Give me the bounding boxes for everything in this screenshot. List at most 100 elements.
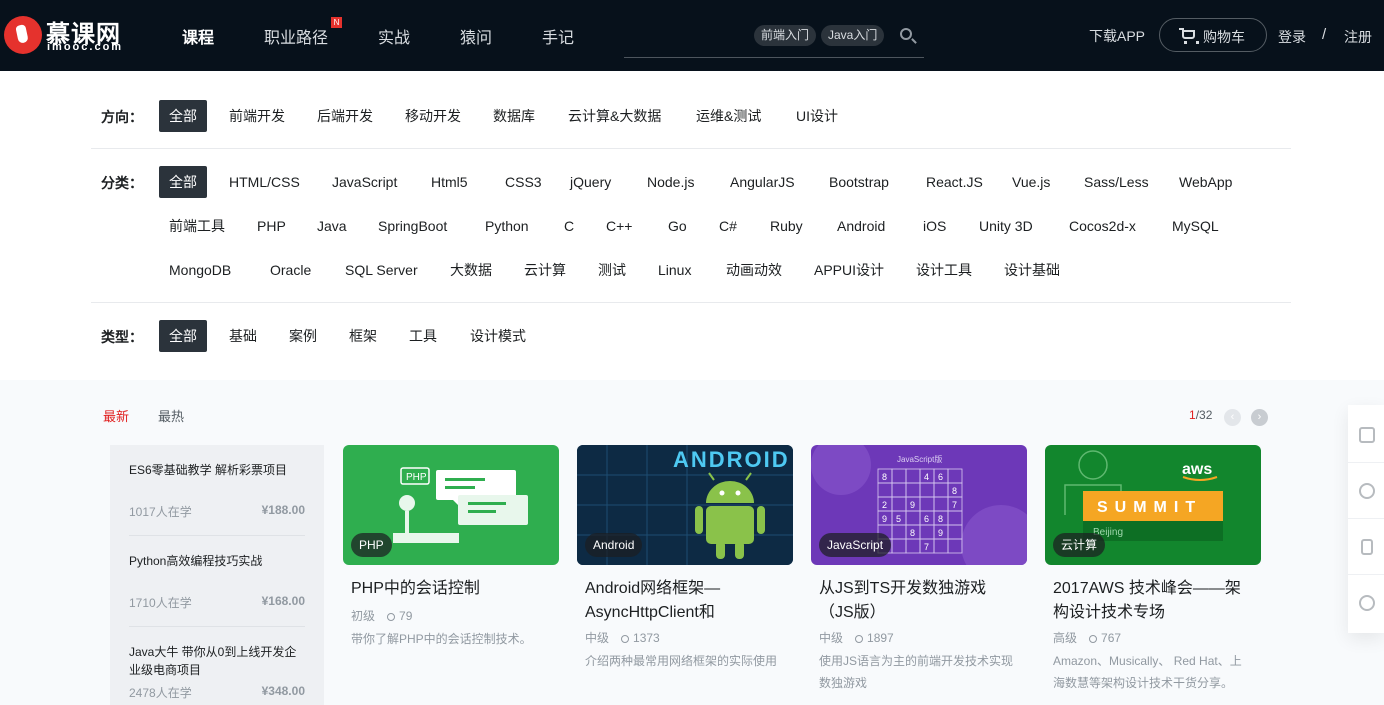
category-chip[interactable]: APPUI设计 [804, 254, 894, 286]
customer-service-icon[interactable] [1359, 595, 1375, 611]
sort-hottest-tab[interactable]: 最热 [158, 406, 184, 425]
sort-newest-tab[interactable]: 最新 [103, 406, 129, 425]
category-chip[interactable]: WebApp [1169, 166, 1242, 198]
search-input[interactable]: 前端入门 Java入门 [624, 17, 924, 58]
sudoku-digit: 8 [882, 472, 887, 482]
category-chip[interactable]: PHP [247, 210, 296, 242]
category-chip[interactable]: Html5 [421, 166, 478, 198]
category-label: 分类： [101, 175, 143, 191]
category-chip[interactable]: 设计工具 [906, 254, 982, 286]
category-chip[interactable]: Vue.js [1002, 166, 1060, 198]
category-chip[interactable]: Sass/Less [1074, 166, 1159, 198]
category-chip[interactable]: iOS [913, 210, 956, 242]
direction-chip[interactable]: 云计算&大数据 [558, 100, 671, 132]
category-chip[interactable]: 云计算 [514, 254, 576, 286]
search-tag-java[interactable]: Java入门 [821, 25, 885, 46]
type-chip[interactable]: 基础 [219, 320, 267, 352]
sudoku-cell [919, 524, 935, 540]
feedback-icon[interactable] [1359, 427, 1375, 443]
category-chip[interactable]: 测试 [588, 254, 636, 286]
direction-chip[interactable]: 前端开发 [219, 100, 295, 132]
help-icon[interactable] [1359, 483, 1375, 499]
category-chip[interactable]: 设计基础 [994, 254, 1070, 286]
recommend-item[interactable]: ES6零基础教学 解析彩票项目 1017人在学 ¥188.00 [129, 461, 305, 521]
category-chip[interactable]: SpringBoot [368, 210, 457, 242]
recommend-item[interactable]: Java大牛 带你从0到上线开发企业级电商项目 2478人在学 ¥348.00 [129, 643, 305, 703]
direction-chip[interactable]: 数据库 [483, 100, 545, 132]
register-link[interactable]: 注册 [1344, 27, 1372, 47]
nav-questions[interactable]: 猿问 [460, 24, 492, 48]
recommend-item[interactable]: Python高效编程技巧实战 1710人在学 ¥168.00 [129, 552, 305, 612]
category-chip[interactable]: MongoDB [159, 254, 241, 286]
type-chip[interactable]: 设计模式 [460, 320, 536, 352]
direction-chip[interactable]: 后端开发 [307, 100, 383, 132]
type-chip[interactable]: 案例 [279, 320, 327, 352]
nav-practice[interactable]: 实战 [378, 24, 410, 48]
sudoku-cell [891, 468, 907, 484]
category-chip[interactable]: HTML/CSS [219, 166, 310, 198]
category-chip[interactable]: 前端工具 [159, 210, 235, 242]
category-chip[interactable]: AngularJS [720, 166, 805, 198]
recommend-price: ¥348.00 [261, 684, 305, 698]
category-chip[interactable]: jQuery [560, 166, 621, 198]
cart-icon [1179, 28, 1199, 44]
direction-chip[interactable]: UI设计 [786, 100, 848, 132]
category-chip[interactable]: MySQL [1162, 210, 1229, 242]
category-chip[interactable]: Unity 3D [969, 210, 1043, 242]
cart-button[interactable]: 购物车 [1159, 18, 1267, 52]
android-thumb-label: ANDROID [673, 447, 790, 472]
course-meta: 高级 767 [1053, 629, 1121, 646]
next-page-icon[interactable]: › [1251, 409, 1268, 426]
category-chip[interactable]: JavaScript [322, 166, 407, 198]
mobile-app-icon[interactable] [1361, 539, 1373, 555]
category-chip[interactable]: Android [827, 210, 895, 242]
category-chip[interactable]: C [554, 210, 584, 242]
nav-notes[interactable]: 手记 [542, 24, 574, 48]
category-chip[interactable]: 动画动效 [716, 254, 792, 286]
direction-chip[interactable]: 运维&测试 [686, 100, 771, 132]
category-chip[interactable]: Linux [648, 254, 701, 286]
recommend-learners: 1017人在学 [129, 505, 192, 519]
category-chip[interactable]: Node.js [637, 166, 704, 198]
category-chip[interactable]: Oracle [260, 254, 321, 286]
course-card[interactable]: ANDROID Android Android网络框架—AsyncHttpCli… [577, 445, 793, 705]
course-card[interactable]: JavaScript版 84682979568897 JavaScript 从J… [811, 445, 1027, 705]
category-chip[interactable]: Python [475, 210, 539, 242]
course-learners: 767 [1101, 631, 1122, 645]
category-chip[interactable]: C++ [596, 210, 642, 242]
download-app-link[interactable]: 下载APP [1089, 26, 1145, 46]
category-chip[interactable]: Cocos2d-x [1059, 210, 1146, 242]
prev-page-icon[interactable]: ‹ [1224, 409, 1241, 426]
category-chip[interactable]: C# [709, 210, 747, 242]
course-card[interactable]: PHP PHP PHP中的会话控制 初级 79 带你了解PHP中的会话控制技术。 [343, 445, 559, 705]
sudoku-cell [905, 468, 921, 484]
logo[interactable]: 慕课网 imooc.com [4, 14, 134, 58]
category-chip[interactable]: React.JS [916, 166, 993, 198]
direction-label: 方向： [101, 109, 143, 125]
type-chip[interactable]: 全部 [159, 320, 207, 352]
type-chip[interactable]: 工具 [399, 320, 447, 352]
category-chip[interactable]: 大数据 [440, 254, 502, 286]
filter-divider [91, 302, 1291, 303]
type-chip[interactable]: 框架 [339, 320, 387, 352]
category-chip[interactable]: SQL Server [335, 254, 428, 286]
user-icon [621, 635, 630, 643]
course-description: Amazon、Musically、 Red Hat、上海数慧等架构设计技术干货分… [1053, 654, 1242, 690]
category-chip[interactable]: Ruby [760, 210, 813, 242]
category-chip[interactable]: Go [658, 210, 697, 242]
current-page: 1 [1189, 408, 1196, 422]
search-tag-frontend[interactable]: 前端入门 [754, 25, 817, 46]
direction-chip[interactable]: 移动开发 [395, 100, 471, 132]
nav-course[interactable]: 课程 [182, 24, 214, 48]
course-level: 中级 [585, 631, 610, 645]
category-chip[interactable]: 全部 [159, 166, 207, 198]
search-icon[interactable] [900, 28, 912, 40]
category-chip[interactable]: CSS3 [495, 166, 552, 198]
category-chip[interactable]: Bootstrap [819, 166, 899, 198]
sudoku-cell [905, 510, 921, 526]
category-chip[interactable]: Java [307, 210, 357, 242]
nav-career-path[interactable]: 职业路径 [264, 24, 328, 48]
direction-chip[interactable]: 全部 [159, 100, 207, 132]
login-link[interactable]: 登录 [1278, 27, 1306, 47]
course-card[interactable]: aws SUMMIT Beijing 云计算 2017AWS 技术峰会——架构设… [1045, 445, 1261, 705]
